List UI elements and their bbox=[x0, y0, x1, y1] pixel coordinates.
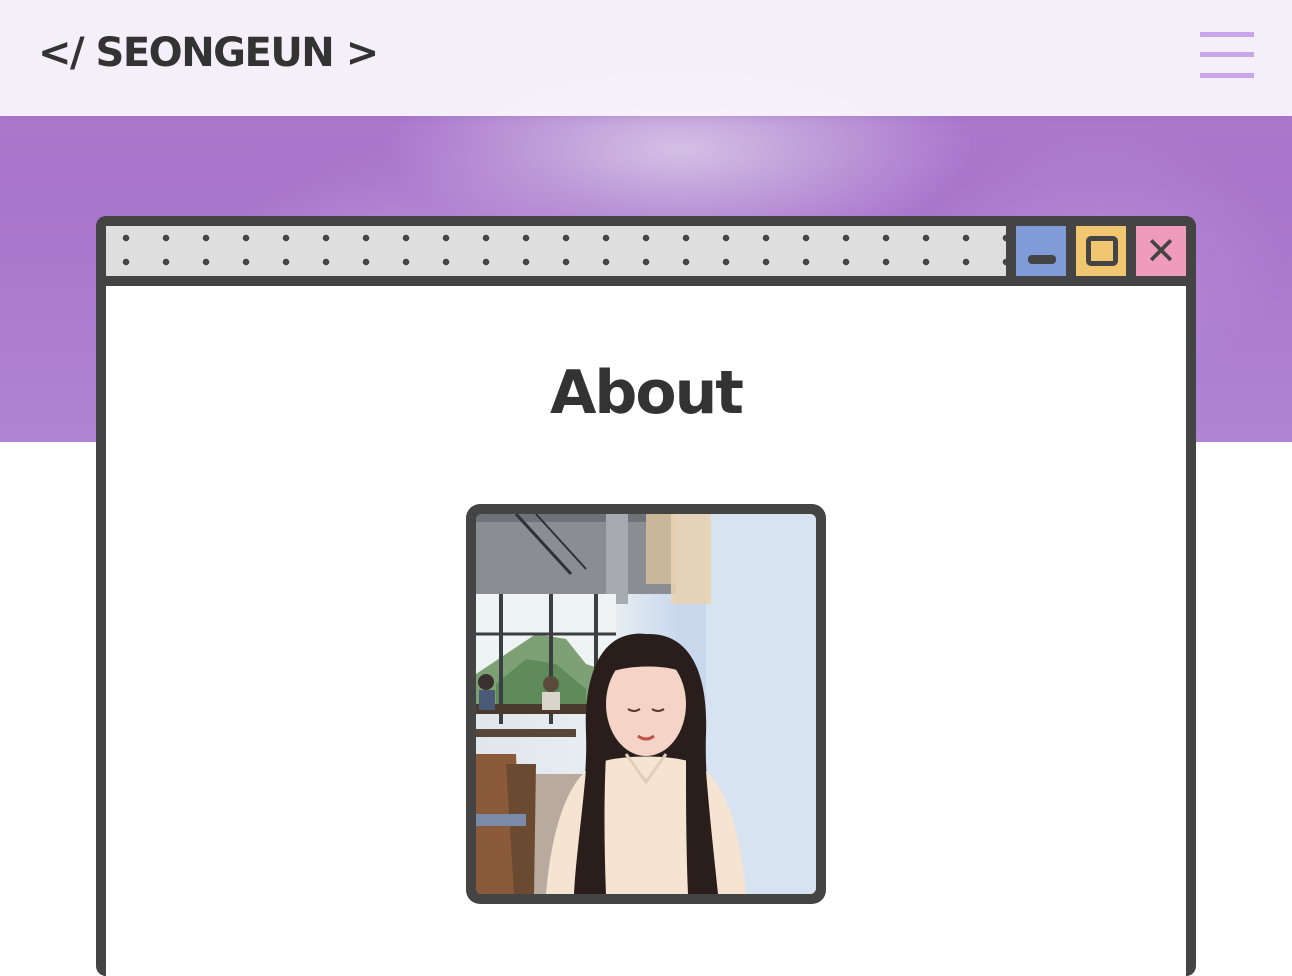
close-icon: ✕ bbox=[1145, 229, 1177, 273]
minimize-icon bbox=[1028, 255, 1056, 264]
profile-photo bbox=[476, 514, 816, 894]
titlebar-divider bbox=[1006, 226, 1016, 276]
profile-photo-frame bbox=[466, 504, 826, 904]
menu-line bbox=[1200, 73, 1254, 78]
close-button[interactable]: ✕ bbox=[1136, 226, 1186, 276]
navbar: </ SEONGEUN > bbox=[0, 0, 1292, 116]
window-titlebar[interactable] bbox=[106, 226, 1006, 276]
page-title: About bbox=[549, 358, 744, 428]
retro-window: ✕ About bbox=[96, 216, 1196, 976]
site-logo[interactable]: </ SEONGEUN > bbox=[38, 30, 379, 76]
profile-photo-illustration bbox=[476, 514, 816, 894]
minimize-button[interactable] bbox=[1016, 226, 1066, 276]
menu-line bbox=[1200, 32, 1254, 37]
hamburger-menu-icon[interactable] bbox=[1200, 32, 1254, 78]
maximize-icon bbox=[1086, 236, 1118, 266]
maximize-button[interactable] bbox=[1076, 226, 1126, 276]
menu-line bbox=[1200, 52, 1254, 57]
window-content: About bbox=[106, 286, 1186, 976]
